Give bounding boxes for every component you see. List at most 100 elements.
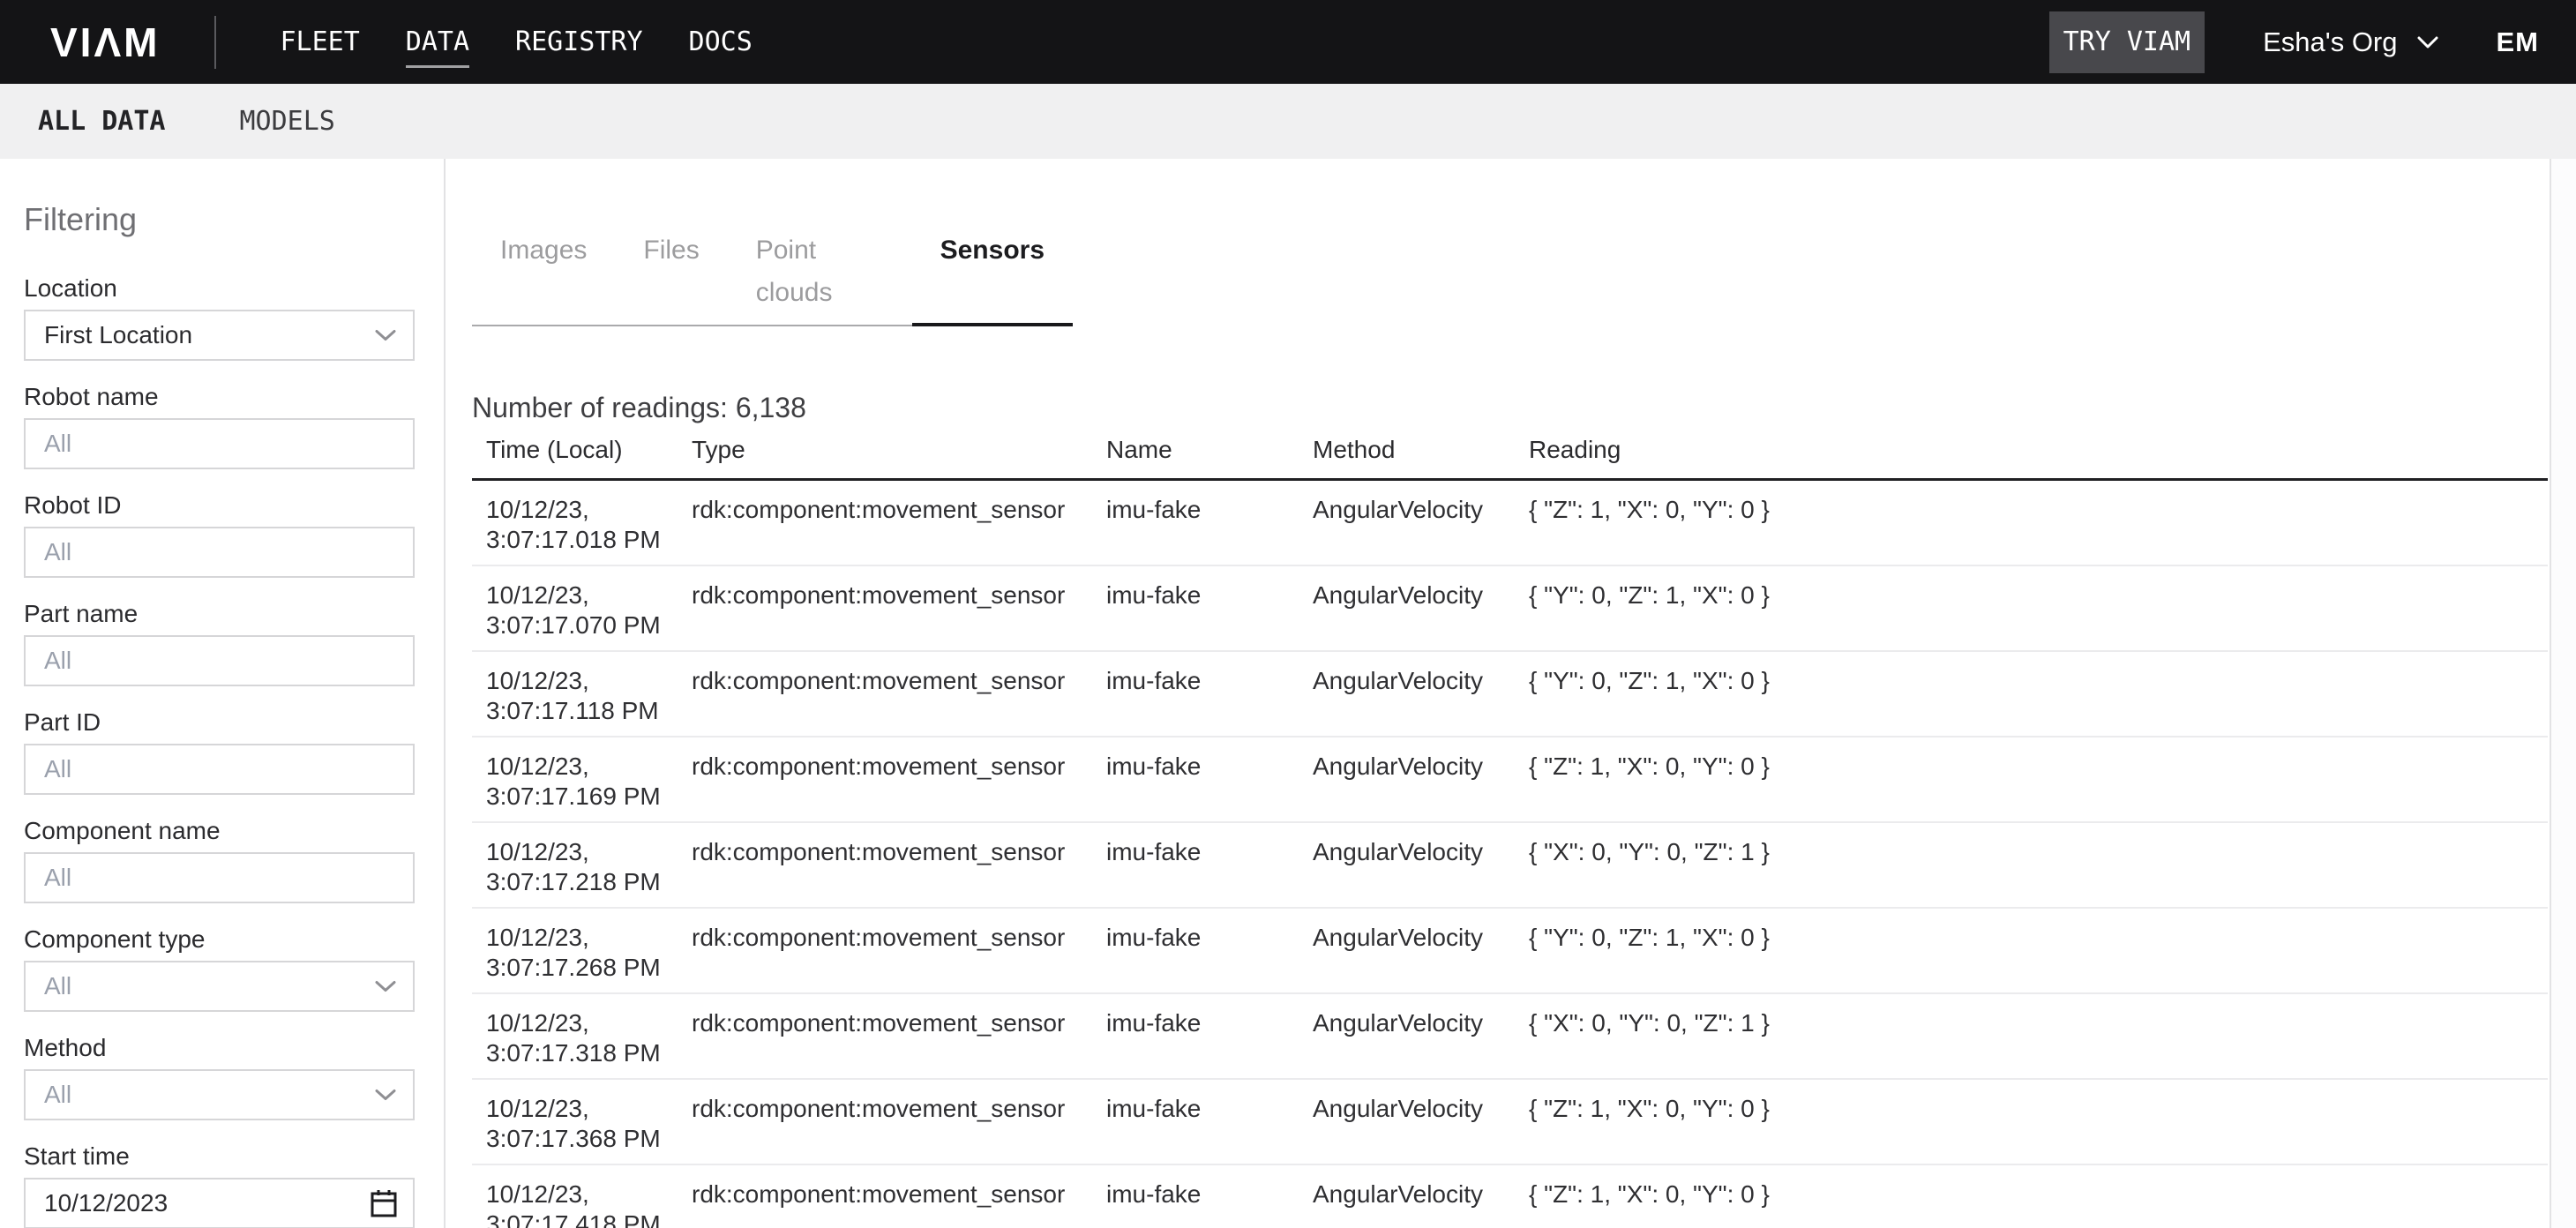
filter-robot-id-input[interactable] [24, 527, 415, 578]
cell-time: 10/12/23,3:07:17.169 PM [472, 737, 692, 822]
cell-method: AngularVelocity [1313, 480, 1529, 565]
cell-reading: { "Z": 1, "X": 0, "Y": 0 } [1529, 1079, 2548, 1164]
table-row[interactable]: 10/12/23,3:07:17.118 PMrdk:component:mov… [472, 651, 2548, 737]
filter-fields: LocationFirst LocationRobot nameRobot ID… [24, 273, 413, 1228]
cell-method: AngularVelocity [1313, 651, 1529, 737]
cell-time-clock: 3:07:17.318 PM [486, 1038, 692, 1068]
cell-method: AngularVelocity [1313, 908, 1529, 993]
cell-reading: { "Z": 1, "X": 0, "Y": 0 } [1529, 737, 2548, 822]
start-date-value: 10/12/2023 [44, 1189, 168, 1217]
topnav-item-fleet[interactable]: FLEET [280, 0, 359, 84]
chevron-down-icon [2417, 36, 2438, 49]
cell-time-date: 10/12/23, [486, 580, 692, 610]
table-row[interactable]: 10/12/23,3:07:17.070 PMrdk:component:mov… [472, 565, 2548, 651]
filter-part-id-input[interactable] [24, 744, 415, 795]
cell-time-date: 10/12/23, [486, 923, 692, 953]
component-name-text-input[interactable] [44, 864, 363, 892]
part-name-text-input[interactable] [44, 647, 363, 675]
subnav-tab-models[interactable]: MODELS [240, 106, 335, 137]
org-menu[interactable]: Esha's Org [2263, 26, 2437, 58]
robot-name-text-input[interactable] [44, 430, 363, 458]
cell-method: AngularVelocity [1313, 1164, 1529, 1228]
part-id-text-input[interactable] [44, 755, 363, 783]
cell-reading: { "Y": 0, "Z": 1, "X": 0 } [1529, 908, 2548, 993]
column-header-reading: Reading [1529, 427, 2548, 480]
cell-time: 10/12/23,3:07:17.218 PM [472, 822, 692, 908]
cell-time: 10/12/23,3:07:17.118 PM [472, 651, 692, 737]
column-header-type: Type [692, 427, 1106, 480]
cell-time: 10/12/23,3:07:17.318 PM [472, 993, 692, 1079]
filter-label-part-id: Part ID [24, 708, 413, 738]
vertical-scrollbar[interactable] [2550, 159, 2576, 1228]
table-row[interactable]: 10/12/23,3:07:17.368 PMrdk:component:mov… [472, 1079, 2548, 1164]
table-row[interactable]: 10/12/23,3:07:17.268 PMrdk:component:mov… [472, 908, 2548, 993]
cell-type: rdk:component:movement_sensor [692, 565, 1106, 651]
filter-component-type-select[interactable]: All [24, 961, 415, 1012]
cell-reading: { "X": 0, "Y": 0, "Z": 1 } [1529, 993, 2548, 1079]
cell-type: rdk:component:movement_sensor [692, 822, 1106, 908]
cell-time-clock: 3:07:17.268 PM [486, 953, 692, 983]
cell-time-clock: 3:07:17.169 PM [486, 782, 692, 812]
filter-method-select[interactable]: All [24, 1069, 415, 1120]
org-name: Esha's Org [2263, 26, 2397, 58]
cell-name: imu-fake [1106, 1164, 1313, 1228]
cell-reading: { "Y": 0, "Z": 1, "X": 0 } [1529, 565, 2548, 651]
cell-time: 10/12/23,3:07:17.018 PM [472, 480, 692, 565]
user-avatar-initials[interactable]: EM [2497, 26, 2540, 58]
cell-time: 10/12/23,3:07:17.368 PM [472, 1079, 692, 1164]
cell-type: rdk:component:movement_sensor [692, 737, 1106, 822]
table-header-row: Time (Local)TypeNameMethodReading [472, 427, 2548, 480]
chevron-down-icon [374, 1089, 397, 1102]
calendar-icon[interactable] [371, 1189, 397, 1217]
filter-component-name-input[interactable] [24, 852, 415, 903]
cell-type: rdk:component:movement_sensor [692, 1164, 1106, 1228]
column-header-name: Name [1106, 427, 1313, 480]
table-row[interactable]: 10/12/23,3:07:17.018 PMrdk:component:mov… [472, 480, 2548, 565]
main-content: ImagesFilesPoint cloudsSensors Number of… [446, 159, 2576, 1228]
table-row[interactable]: 10/12/23,3:07:17.418 PMrdk:component:mov… [472, 1164, 2548, 1228]
cell-time-date: 10/12/23, [486, 495, 692, 525]
sensor-readings-table: Time (Local)TypeNameMethodReading 10/12/… [472, 427, 2548, 1228]
data-models-subnav: ALL DATA MODELS [0, 84, 2576, 159]
viam-logo[interactable]: VIΛM [50, 19, 160, 66]
cell-name: imu-fake [1106, 737, 1313, 822]
filter-part-name-input[interactable] [24, 635, 415, 686]
cell-time-clock: 3:07:17.218 PM [486, 867, 692, 897]
subnav-tab-all-data[interactable]: ALL DATA [38, 106, 166, 137]
table-row[interactable]: 10/12/23,3:07:17.218 PMrdk:component:mov… [472, 822, 2548, 908]
cell-method: AngularVelocity [1313, 822, 1529, 908]
cell-time-date: 10/12/23, [486, 1179, 692, 1209]
topnav-item-registry[interactable]: REGISTRY [515, 0, 643, 84]
cell-type: rdk:component:movement_sensor [692, 1079, 1106, 1164]
column-header-time-local: Time (Local) [472, 427, 692, 480]
table-row[interactable]: 10/12/23,3:07:17.318 PMrdk:component:mov… [472, 993, 2548, 1079]
tab-files[interactable]: Files [615, 229, 727, 326]
tab-sensors[interactable]: Sensors [912, 229, 1073, 326]
data-type-tabs: ImagesFilesPoint cloudsSensors [472, 229, 1073, 326]
cell-time-clock: 3:07:17.368 PM [486, 1124, 692, 1154]
topnav-item-data[interactable]: DATA [406, 0, 469, 84]
filter-label-component-name: Component name [24, 816, 413, 846]
cell-reading: { "Z": 1, "X": 0, "Y": 0 } [1529, 480, 2548, 565]
table-row[interactable]: 10/12/23,3:07:17.169 PMrdk:component:mov… [472, 737, 2548, 822]
tab-point-clouds[interactable]: Point clouds [728, 229, 912, 326]
chevron-down-icon [374, 980, 397, 993]
cell-type: rdk:component:movement_sensor [692, 908, 1106, 993]
cell-name: imu-fake [1106, 993, 1313, 1079]
robot-id-text-input[interactable] [44, 538, 363, 566]
try-viam-button[interactable]: TRY VIAM [2049, 11, 2205, 73]
cell-time-clock: 3:07:17.118 PM [486, 696, 692, 726]
filter-robot-name-input[interactable] [24, 418, 415, 469]
cell-reading: { "Z": 1, "X": 0, "Y": 0 } [1529, 1164, 2548, 1228]
cell-time-date: 10/12/23, [486, 1094, 692, 1124]
cell-time-clock: 3:07:17.418 PM [486, 1209, 692, 1228]
topnav-item-docs[interactable]: DOCS [689, 0, 753, 84]
cell-name: imu-fake [1106, 1079, 1313, 1164]
cell-name: imu-fake [1106, 651, 1313, 737]
chevron-down-icon [374, 329, 397, 342]
filter-label-component-type: Component type [24, 925, 413, 955]
filter-start-date-date[interactable]: 10/12/2023 [24, 1178, 415, 1228]
tab-images[interactable]: Images [472, 229, 615, 326]
cell-name: imu-fake [1106, 822, 1313, 908]
filter-location-select[interactable]: First Location [24, 310, 415, 361]
